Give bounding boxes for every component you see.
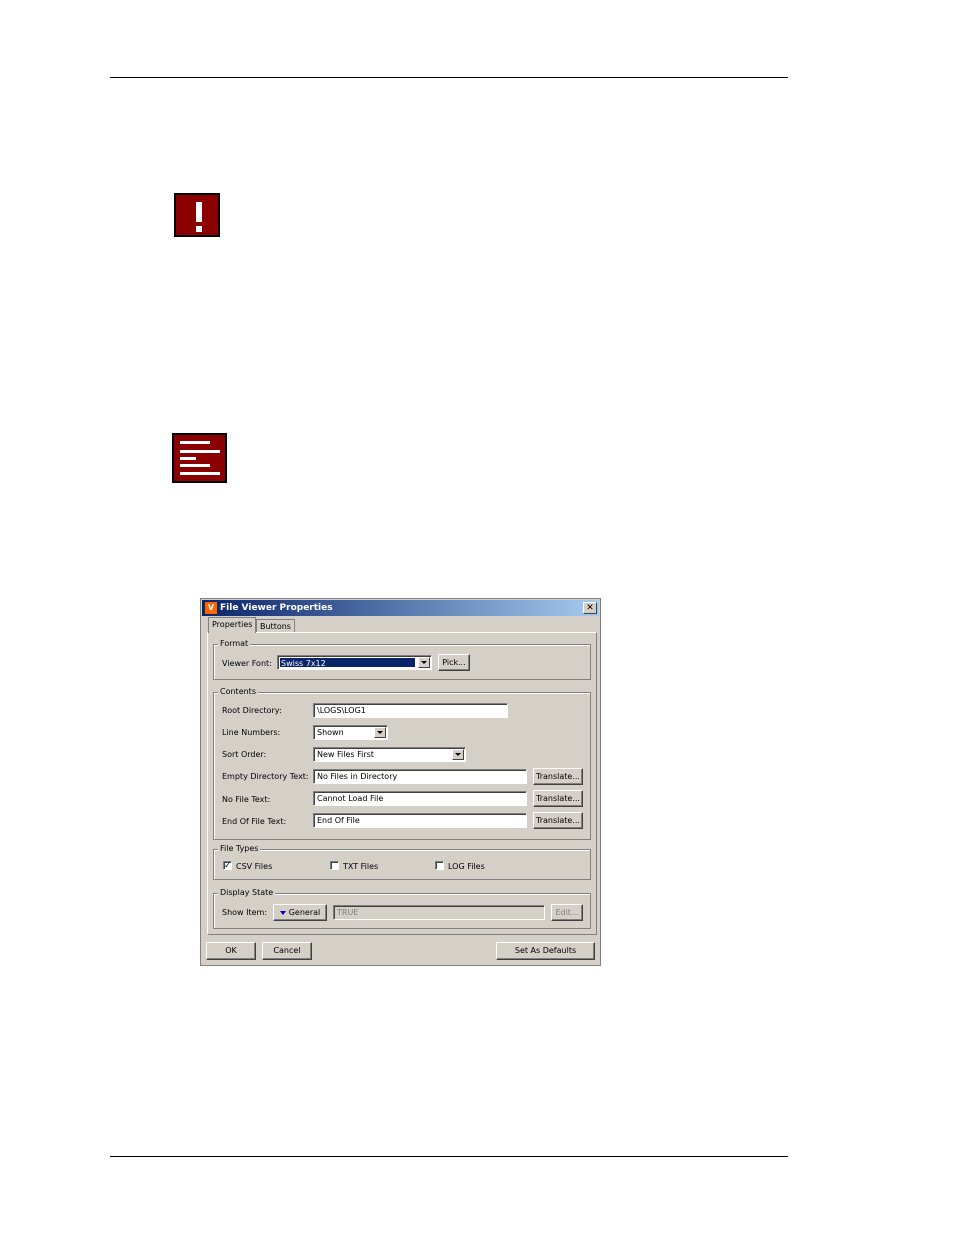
end-of-file-text-input[interactable]: End Of File [313,813,527,828]
viewer-font-label: Viewer Font: [222,659,272,668]
header-rule [110,77,788,78]
no-file-text-input[interactable]: Cannot Load File [313,791,527,806]
translate-no-file-button[interactable]: Translate... [533,790,583,807]
line-numbers-value: Shown [317,728,344,737]
show-item-value-field: TRUE [333,905,545,920]
edit-button[interactable]: Edit... [551,904,583,921]
root-directory-input[interactable]: \LOGS\LOG1 [313,703,508,718]
display-state-group-label: Display State [218,888,276,897]
checkmark-icon: ✓ [224,861,231,870]
viewer-font-value: Swiss 7x12 [280,658,415,668]
line-numbers-label: Line Numbers: [222,728,281,737]
sort-order-value: New Files First [317,750,374,759]
tab-properties[interactable]: Properties [208,617,257,633]
format-group: Format Viewer Font: Swiss 7x12 Pick... [213,639,591,680]
log-files-checkbox[interactable] [435,861,444,870]
translate-empty-directory-button[interactable]: Translate... [533,768,583,785]
csv-files-label: CSV Files [236,862,273,871]
contents-group-label: Contents [218,687,258,696]
line-numbers-select[interactable]: Shown [313,725,388,740]
pick-font-button[interactable]: Pick... [438,654,470,671]
end-of-file-text-label: End Of File Text: [222,817,287,826]
sort-order-select[interactable]: New Files First [313,747,466,762]
root-directory-label: Root Directory: [222,706,282,715]
dialog-titlebar[interactable]: V File Viewer Properties ✕ [202,600,599,616]
close-button[interactable]: ✕ [583,602,597,614]
chevron-down-icon[interactable] [452,749,464,760]
txt-files-checkbox[interactable] [330,861,339,870]
viewer-font-select[interactable]: Swiss 7x12 [277,655,432,670]
contents-group: Contents Root Directory: \LOGS\LOG1 Line… [213,687,591,840]
dialog-title: File Viewer Properties [220,603,333,613]
show-item-label: Show Item: [222,908,268,917]
app-logo-icon: V [205,602,217,614]
note-icon [172,433,227,483]
show-item-mode-button[interactable]: General [273,904,327,921]
triangle-down-icon [279,910,286,915]
ok-button[interactable]: OK [206,942,256,960]
cancel-button[interactable]: Cancel [262,942,312,960]
properties-panel: Format Viewer Font: Swiss 7x12 Pick... C… [207,632,597,935]
csv-files-checkbox[interactable]: ✓ [223,861,232,870]
tab-buttons[interactable]: Buttons [256,619,295,633]
no-file-text-label: No File Text: [222,795,271,804]
log-files-label: LOG Files [448,862,485,871]
txt-files-label: TXT Files [343,862,379,871]
set-as-defaults-button[interactable]: Set As Defaults [496,942,595,960]
file-types-group: File Types ✓ CSV Files TXT Files LOG Fil… [213,844,591,880]
file-viewer-properties-dialog: V File Viewer Properties ✕ Properties Bu… [200,598,601,966]
chevron-down-icon[interactable] [418,657,430,668]
empty-directory-text-input[interactable]: No Files in Directory [313,769,527,784]
sort-order-label: Sort Order: [222,750,267,759]
empty-directory-text-label: Empty Directory Text: [222,772,309,781]
warning-icon [174,193,220,237]
show-item-mode-label: General [288,908,321,917]
file-types-group-label: File Types [218,844,261,853]
display-state-group: Display State Show Item: General TRUE Ed… [213,888,591,929]
format-group-label: Format [218,639,251,648]
chevron-down-icon[interactable] [374,727,386,738]
translate-end-of-file-button[interactable]: Translate... [533,812,583,829]
footer-rule [110,1156,788,1157]
